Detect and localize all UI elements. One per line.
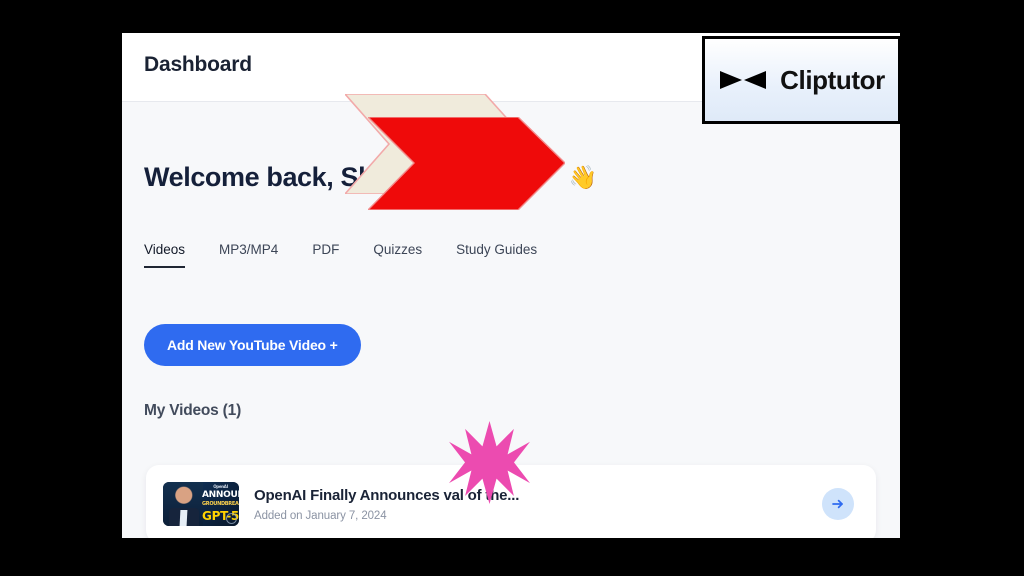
thumbnail-person-shirt — [179, 510, 188, 526]
cliptutor-logo-text: Cliptutor — [780, 64, 885, 95]
cliptutor-logo-badge: Cliptutor — [702, 36, 901, 124]
thumbnail-watermark-icon — [226, 513, 237, 524]
tab-study-guides[interactable]: Study Guides — [456, 242, 537, 268]
thumbnail-text-line-1: OpenAI — [213, 484, 228, 489]
tab-quizzes[interactable]: Quizzes — [373, 242, 422, 268]
tab-pdf[interactable]: PDF — [312, 242, 339, 268]
waving-hand-icon: 👋 — [568, 163, 598, 190]
add-new-youtube-video-button[interactable]: Add New YouTube Video + — [144, 324, 361, 366]
play-reverse-icon — [720, 71, 767, 89]
thumbnail-text-line-3: GROUNDBREAKING — [202, 501, 239, 507]
arrow-right-icon[interactable] — [822, 488, 854, 520]
video-added-date: Added on January 7, 2024 — [254, 509, 387, 522]
welcome-heading: Welcome back, Sk — [144, 161, 373, 192]
tab-videos[interactable]: Videos — [144, 242, 186, 268]
content-type-tabs: Videos MP3/MP4 PDF Quizzes Study Guides — [144, 242, 537, 268]
page-title: Dashboard — [144, 53, 252, 76]
main-content: Welcome back, Sk 👋 Videos MP3/MP4 PDF Qu… — [122, 102, 900, 538]
welcome-row: Welcome back, Sk 👋 — [144, 159, 597, 195]
video-title: OpenAI Finally Announces val of the... — [254, 486, 520, 504]
tab-mp3-mp4[interactable]: MP3/MP4 — [219, 242, 278, 268]
video-list-item[interactable]: OpenAI ANNOUNCED GROUNDBREAKING GPT-5 Op… — [146, 465, 876, 538]
my-videos-heading: My Videos (1) — [144, 402, 242, 419]
thumbnail-text-line-2: ANNOUNCED — [202, 490, 239, 500]
video-card-text: OpenAI Finally Announces val of the... A… — [254, 487, 822, 522]
video-thumbnail: OpenAI ANNOUNCED GROUNDBREAKING GPT-5 — [163, 482, 239, 526]
screenshot-canvas: Dashboard Welcome back, Sk 👋 Videos MP3/… — [0, 0, 1024, 576]
